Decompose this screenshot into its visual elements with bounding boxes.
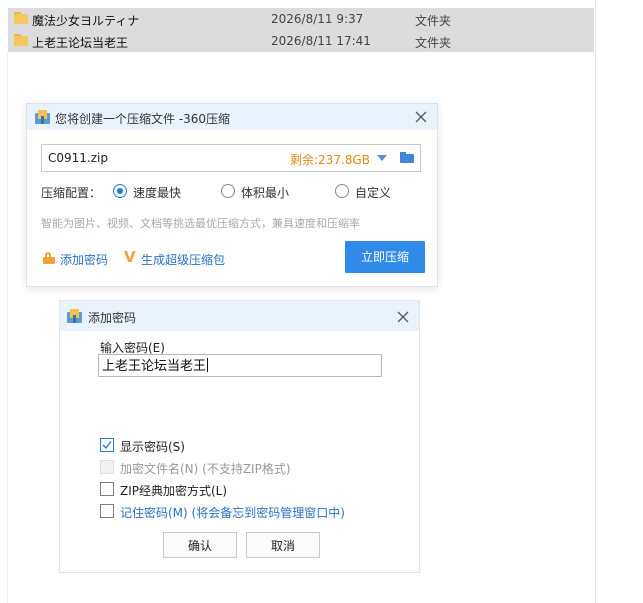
confirm-button[interactable]: 确认 (163, 532, 237, 558)
dropdown-arrow-icon[interactable] (377, 155, 387, 161)
password-dialog-titlebar[interactable]: 添加密码 (60, 301, 419, 331)
file-list: 魔法少女ヨルティナ 2026/8/11 9:37 文件夹 上老王论坛当老王 20… (8, 8, 594, 52)
remember-password-label[interactable]: 记住密码(M) (将会备忘到密码管理窗口中) (120, 504, 345, 521)
archive-app-icon (35, 110, 50, 124)
show-password-label[interactable]: 显示密码(S) (120, 438, 185, 455)
file-type: 文件夹 (415, 36, 452, 50)
radio-smallest-label[interactable]: 体积最小 (241, 184, 289, 201)
checkmark-icon (102, 441, 112, 450)
window-edge-right (595, 0, 596, 603)
compress-dialog-titlebar[interactable]: 您将创建一个压缩文件 -360压缩 (27, 104, 437, 130)
file-type: 文件夹 (415, 14, 452, 28)
file-name: 魔法少女ヨルティナ (32, 14, 140, 28)
file-date: 2026/8/11 9:37 (271, 12, 364, 26)
cancel-button[interactable]: 取消 (246, 532, 320, 558)
compress-now-button[interactable]: 立即压缩 (345, 241, 425, 273)
folder-icon (14, 34, 28, 46)
radio-custom[interactable] (335, 184, 349, 198)
password-dialog: 添加密码 输入密码(E) 上老王论坛当老王 显示密码(S) 加密文件名(N) (… (59, 300, 420, 573)
close-icon[interactable] (413, 109, 429, 125)
file-row[interactable]: 上老王论坛当老王 2026/8/11 17:41 文件夹 (8, 30, 594, 52)
archive-app-icon (67, 309, 82, 323)
zip-classic-checkbox[interactable] (100, 482, 114, 496)
compress-dialog-title: 您将创建一个压缩文件 -360压缩 (55, 112, 231, 126)
vip-v-icon: V (124, 248, 136, 266)
radio-fastest-label[interactable]: 速度最快 (133, 184, 181, 201)
text-caret (207, 358, 209, 372)
remaining-space: 剩余:237.8GB (290, 153, 370, 167)
archive-path-field[interactable]: C0911.zip 剩余:237.8GB (41, 144, 421, 172)
super-pack-link[interactable]: 生成超级压缩包 (141, 251, 225, 268)
zip-classic-label[interactable]: ZIP经典加密方式(L) (120, 482, 227, 499)
window-edge-left (7, 52, 8, 603)
compress-dialog: 您将创建一个压缩文件 -360压缩 C0911.zip 剩余:237.8GB 压… (26, 103, 438, 287)
remember-password-checkbox[interactable] (100, 504, 114, 518)
password-input[interactable]: 上老王论坛当老王 (98, 354, 382, 377)
password-dialog-title: 添加密码 (88, 311, 137, 325)
add-password-link[interactable]: 添加密码 (60, 251, 108, 268)
radio-smallest[interactable] (221, 184, 235, 198)
radio-fastest[interactable] (113, 184, 127, 198)
encrypt-filenames-label: 加密文件名(N) (不支持ZIP格式) (120, 462, 291, 476)
compression-config-label: 压缩配置： (41, 186, 102, 200)
archive-filename[interactable]: C0911.zip (48, 151, 108, 165)
browse-folder-icon[interactable] (400, 152, 414, 163)
encrypt-filenames-checkbox (100, 460, 114, 474)
file-date: 2026/8/11 17:41 (271, 34, 371, 48)
radio-custom-label[interactable]: 自定义 (355, 184, 391, 201)
file-name: 上老王论坛当老王 (32, 36, 129, 50)
file-row[interactable]: 魔法少女ヨルティナ 2026/8/11 9:37 文件夹 (8, 8, 594, 30)
folder-icon (14, 12, 28, 24)
lock-icon (43, 252, 55, 264)
compression-hint: 智能为图片、视频、文档等挑选最优压缩方式，兼具速度和压缩率 (41, 217, 360, 230)
password-value: 上老王论坛当老王 (102, 359, 207, 374)
close-icon[interactable] (395, 309, 411, 325)
show-password-checkbox[interactable] (100, 438, 114, 452)
